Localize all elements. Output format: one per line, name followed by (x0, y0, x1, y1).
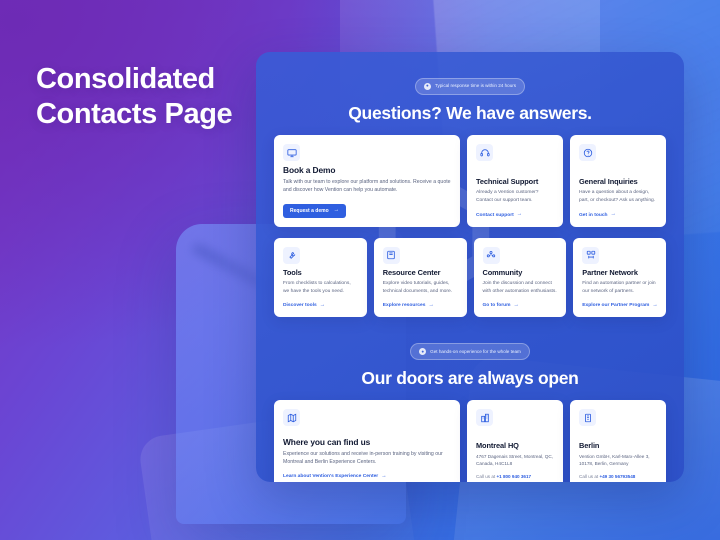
card-title: General Inquiries (579, 177, 638, 187)
hands-on-badge: ● Get hands-on experience for the whole … (410, 343, 530, 361)
call-label: Call us at (476, 474, 496, 480)
card-description: Find an automation partner or join our n… (582, 280, 656, 294)
arrow-right-icon: → (428, 301, 434, 308)
arrow-right-icon: → (333, 207, 340, 214)
card-description: Talk with our team to explore our platfo… (283, 179, 451, 194)
card-book-a-demo[interactable]: Book a Demo Talk with our team to explor… (274, 135, 460, 227)
card-title: Berlin (579, 440, 600, 450)
arrow-right-icon: → (652, 301, 658, 308)
section2-badge-row: ● Get hands-on experience for the whole … (274, 343, 666, 361)
arrow-right-icon: → (516, 211, 523, 218)
card-resource-center[interactable]: Resource Center Explore video tutorials,… (373, 237, 467, 318)
building-icon (476, 409, 493, 427)
card-title: Book a Demo (283, 165, 336, 175)
request-a-demo-button[interactable]: Request a demo → (283, 203, 347, 218)
go-to-forum-link[interactable]: Go to forum → (482, 301, 558, 309)
request-a-demo-button-label: Request a demo (290, 207, 329, 214)
card-description: Experience our solutions and receive in-… (283, 451, 443, 466)
card-tools[interactable]: Tools From checklists to calculations, w… (274, 237, 367, 318)
get-in-touch-link[interactable]: Get in touch → (579, 212, 657, 218)
contacts-panel: ● Typical response time is within 24 hou… (256, 52, 684, 482)
tools-icon (283, 246, 300, 264)
contact-support-link[interactable]: Contact support → (476, 212, 554, 218)
card-description: Already a Vention customer? Contact our … (476, 190, 539, 204)
card-title: Montreal HQ (476, 440, 519, 450)
explore-partner-program-link[interactable]: Explore our Partner Program → (582, 301, 658, 309)
card-description: Explore video tutorials, guides, technic… (382, 280, 453, 294)
contact-support-link-label: Contact support (476, 212, 514, 218)
section1-badge-row: ● Typical response time is within 24 hou… (274, 78, 666, 95)
response-time-badge-label: Typical response time is within 24 hours (434, 83, 517, 89)
question-circle-icon (579, 144, 596, 161)
call-label: Call us at (579, 474, 599, 480)
section2-title: Our doors are always open (361, 368, 579, 389)
map-icon (283, 409, 300, 427)
page-title: Consolidated Contacts Page (36, 63, 233, 130)
discover-tools-link-label: Discover tools (283, 303, 317, 309)
experience-center-link[interactable]: Learn about Vention's Experience Center … (283, 472, 451, 480)
explore-resources-link[interactable]: Explore resources → (382, 301, 458, 309)
card-description: Join the discussion and connect with oth… (482, 280, 557, 294)
card-title: Tools (283, 267, 302, 277)
screenshot-stage: Consolidated Contacts Page ● Typical res… (0, 0, 720, 540)
response-time-badge: ● Typical response time is within 24 hou… (414, 78, 526, 95)
building-alt-icon (579, 409, 596, 427)
card-where-you-can-find-us[interactable]: Where you can find us Experience our sol… (274, 400, 460, 482)
arrow-right-icon: → (610, 211, 617, 218)
arrow-right-icon: → (319, 301, 326, 308)
go-to-forum-link-label: Go to forum (482, 303, 511, 309)
section1-title: Questions? We have answers. (348, 103, 592, 123)
card-title: Where you can find us (283, 437, 371, 447)
section2-row: Where you can find us Experience our sol… (274, 400, 666, 482)
address-text: 4767 Dagenais Street, Montreal, QC, Cana… (476, 453, 554, 466)
card-montreal-hq[interactable]: Montreal HQ 4767 Dagenais Street, Montre… (467, 400, 563, 482)
card-description: Have a question about a design, part, or… (579, 190, 656, 204)
call-row: Call us at +1 800 940 3617 (476, 474, 554, 479)
section1-row1: Book a Demo Talk with our team to explor… (274, 135, 666, 227)
clock-icon: ● (423, 83, 431, 90)
discover-tools-link[interactable]: Discover tools → (283, 301, 358, 309)
card-title: Community (482, 267, 523, 277)
section2: ● Get hands-on experience for the whole … (274, 343, 666, 482)
card-title: Resource Center (382, 267, 441, 277)
explore-partner-program-link-label: Explore our Partner Program (582, 303, 650, 309)
card-general-inquiries[interactable]: General Inquiries Have a question about … (570, 135, 666, 227)
arrow-right-icon: → (381, 472, 387, 479)
phone-link[interactable]: +49 30 56793548 (599, 474, 635, 479)
explore-resources-link-label: Explore resources (382, 303, 426, 309)
hand-icon: ● (419, 348, 427, 356)
phone-link[interactable]: +1 800 940 3617 (496, 474, 531, 479)
experience-center-link-label: Learn about Vention's Experience Center (283, 474, 379, 480)
headset-icon (476, 144, 493, 161)
monitor-icon (283, 144, 300, 161)
card-title: Partner Network (582, 267, 638, 277)
partner-icon (582, 246, 600, 264)
card-community[interactable]: Community Join the discussion and connec… (473, 237, 567, 318)
get-in-touch-link-label: Get in touch (579, 212, 608, 218)
card-partner-network[interactable]: Partner Network Find an automation partn… (573, 237, 666, 318)
section1-row2: Tools From checklists to calculations, w… (274, 237, 666, 318)
card-description: From checklists to calculations, we have… (283, 280, 351, 294)
call-row: Call us at +49 30 56793548 (579, 474, 657, 479)
book-icon (382, 246, 400, 264)
arrow-right-icon: → (513, 301, 519, 308)
hands-on-badge-label: Get hands-on experience for the whole te… (430, 348, 521, 354)
card-berlin[interactable]: Berlin Vention GmbH, Karl-Marx-Allee 3, … (570, 400, 666, 482)
community-icon (482, 246, 500, 264)
card-technical-support[interactable]: Technical Support Already a Vention cust… (467, 135, 563, 227)
card-title: Technical Support (476, 177, 539, 187)
address-text: Vention GmbH, Karl-Marx-Allee 3, 10178, … (579, 453, 650, 466)
